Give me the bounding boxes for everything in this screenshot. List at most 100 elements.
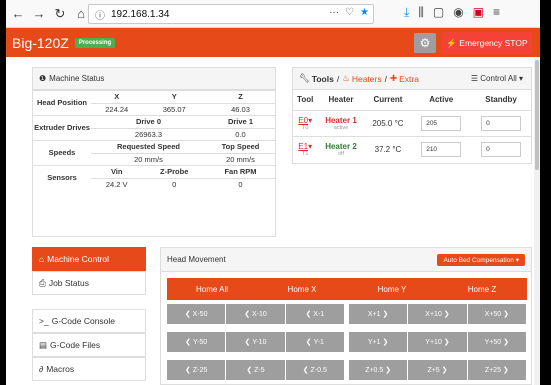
caret-down-icon: ▾ — [515, 257, 519, 264]
requested-speed: 20 mm/s — [91, 152, 206, 166]
vin-value: 24.2 V — [91, 177, 143, 191]
jog-x-row: ❮ X-50 ❮ X-10 ❮ X-1 X+1 ❯ X+10 ❯ X+50 ❯ — [167, 304, 527, 324]
jog-z-minus-0-5[interactable]: ❮ Z-0.5 — [285, 360, 345, 380]
jog-x-plus-10[interactable]: X+10 ❯ — [408, 304, 468, 324]
jog-y-row: ❮ Y-50 ❮ Y-10 ❮ Y-1 Y+1 ❯ Y+10 ❯ Y+50 ❯ — [167, 332, 527, 352]
link-icon: ∂ — [39, 364, 44, 374]
jog-z-plus-25[interactable]: Z+25 ❯ — [467, 360, 527, 380]
tab-extra[interactable]: Extra — [399, 74, 419, 84]
home-y-button[interactable]: Home Y — [347, 278, 437, 300]
y-position: 365.07 — [142, 102, 206, 116]
wrench-icon: 🔧︎ — [299, 73, 310, 83]
nav-job-status[interactable]: ⎙ Job Status — [32, 271, 146, 295]
browser-window: ← → ↻ ⌂ ⓘ 192.168.1.34 ··· ♡ ★ ⤓ ⫼ ▢ ◉ ▣… — [6, 0, 540, 385]
heater-2-active-input[interactable]: 210 — [421, 141, 462, 157]
jog-x-minus-50[interactable]: ❮ X-50 — [167, 304, 227, 324]
reload-icon[interactable]: ↻ — [51, 5, 69, 23]
heater-1-active-input[interactable]: 205 — [421, 115, 462, 131]
machine-status-table: Head Position X Y Z 224.24 365.07 46.03 … — [33, 90, 275, 191]
jog-z-minus-5[interactable]: ❮ Z-5 — [226, 360, 286, 380]
list-icon: ☰ — [470, 74, 479, 83]
auto-bed-compensation-dropdown[interactable]: Auto Bed Compensation ▾ — [437, 254, 525, 266]
head-position-label: Head Position — [33, 90, 91, 116]
table-row: E0▾ T0 Heater 1 active 205.0 °C 205 0 — [293, 109, 531, 136]
heater-1-label[interactable]: Heater 1 — [325, 116, 357, 125]
more-icon[interactable]: ··· — [329, 7, 339, 18]
library-icon[interactable]: ⫼ — [418, 5, 424, 20]
jog-z-plus-5[interactable]: Z+5 ❯ — [408, 360, 468, 380]
jog-y-minus-1[interactable]: ❮ Y-1 — [285, 332, 345, 352]
top-speed: 20 mm/s — [205, 152, 275, 166]
settings-button[interactable]: ⚙ — [414, 33, 436, 53]
info-circle-icon: ❶ — [39, 74, 47, 83]
emergency-stop-button[interactable]: ⚡ Emergency STOP — [442, 32, 532, 54]
speeds-label: Speeds — [33, 140, 91, 166]
url-text: 192.168.1.34 — [111, 8, 170, 20]
jog-x-minus-1[interactable]: ❮ X-1 — [285, 304, 345, 324]
jog-y-plus-1[interactable]: Y+1 ❯ — [348, 332, 409, 352]
heater-2-current: 37.2 °C — [364, 135, 412, 162]
head-movement-panel: Head Movement Auto Bed Compensation ▾ Ho… — [160, 247, 532, 385]
fan-rpm-value: 0 — [205, 177, 275, 191]
zprobe-value: 0 — [142, 177, 206, 191]
heater-2-standby-input[interactable]: 0 — [481, 141, 522, 157]
fire-icon: ♨ — [342, 73, 350, 83]
file-icon: ▤ — [39, 339, 48, 350]
machine-name: Big-120Z — [12, 34, 69, 51]
bookmark-star-icon[interactable]: ★ — [360, 7, 369, 18]
back-icon[interactable]: ← — [9, 5, 27, 23]
home-z-button[interactable]: Home Z — [437, 278, 527, 300]
home-icon: ⌂ — [39, 254, 45, 264]
gear-icon: ⚙ — [419, 36, 431, 50]
terminal-icon: >_ — [39, 316, 49, 326]
download-icon[interactable]: ⤓ — [404, 5, 409, 20]
jog-y-minus-10[interactable]: ❮ Y-10 — [226, 332, 286, 352]
tools-panel: 🔧︎ Tools / ♨ Heaters / ✚ Extra ☰ Control… — [292, 67, 532, 164]
jog-z-minus-25[interactable]: ❮ Z-25 — [167, 360, 227, 380]
jog-z-plus-0-5[interactable]: Z+0.5 ❯ — [348, 360, 409, 380]
nav-gcode-console[interactable]: >_ G-Code Console — [32, 309, 146, 333]
tab-tools[interactable]: Tools — [312, 74, 334, 84]
home-all-button[interactable]: Home All — [167, 278, 257, 300]
tools-heading: 🔧︎ Tools / ♨ Heaters / ✚ Extra ☰ Control… — [293, 68, 531, 90]
sidebar-icon[interactable]: ▢ — [433, 5, 444, 20]
jog-y-plus-50[interactable]: Y+50 ❯ — [467, 332, 527, 352]
drive0-value: 26963.3 — [91, 127, 206, 141]
drive1-value: 0.0 — [205, 127, 275, 141]
app-header: Big-120Z Processing ⚙ ⚡ Emergency STOP — [6, 28, 540, 57]
sidebar-nav: ⌂ Machine Control ⎙ Job Status >_ G-Code… — [32, 247, 146, 381]
page-scrollbar[interactable] — [534, 58, 540, 385]
tool-e0-dropdown[interactable]: E0 — [298, 116, 308, 125]
tools-table: Tool Heater Current Active Standby E0▾ T0… — [293, 90, 531, 162]
caret-down-icon: ▾ — [518, 74, 523, 83]
account-icon[interactable]: ◉ — [453, 5, 463, 20]
extension-icon[interactable]: ▣ — [473, 5, 484, 20]
address-bar[interactable]: ⓘ 192.168.1.34 ··· ♡ ★ — [88, 4, 374, 24]
home-x-button[interactable]: Home X — [257, 278, 347, 300]
print-icon: ⎙ — [39, 277, 46, 288]
menu-icon[interactable]: ≡ — [493, 5, 500, 20]
jog-x-minus-10[interactable]: ❮ X-10 — [226, 304, 286, 324]
head-movement-heading: Head Movement Auto Bed Compensation ▾ — [161, 248, 531, 272]
heater-1-standby-input[interactable]: 0 — [481, 115, 522, 131]
tab-heaters[interactable]: Heaters — [352, 74, 382, 84]
forward-icon[interactable]: → — [30, 5, 48, 23]
control-all-dropdown[interactable]: ☰ Control All ▾ — [471, 74, 523, 83]
heater-1-current: 205.0 °C — [364, 109, 412, 136]
jog-x-plus-1[interactable]: X+1 ❯ — [348, 304, 409, 324]
x-position: 224.24 — [91, 102, 143, 116]
table-row: E1▾ T1 Heater 2 off 37.2 °C 210 0 — [293, 135, 531, 162]
status-badge: Processing — [74, 37, 116, 48]
nav-macros[interactable]: ∂ Macros — [32, 357, 146, 381]
nav-gcode-files[interactable]: ▤ G-Code Files — [32, 333, 146, 357]
pocket-icon[interactable]: ♡ — [345, 7, 354, 18]
jog-x-plus-50[interactable]: X+50 ❯ — [467, 304, 527, 324]
home-buttons: Home All Home X Home Y Home Z — [167, 278, 527, 300]
tool-e1-dropdown[interactable]: E1 — [298, 142, 308, 151]
machine-status-heading: ❶ Machine Status — [33, 68, 275, 90]
jog-y-plus-10[interactable]: Y+10 ❯ — [408, 332, 468, 352]
jog-y-minus-50[interactable]: ❮ Y-50 — [167, 332, 227, 352]
plus-icon: ✚ — [389, 73, 398, 83]
nav-machine-control[interactable]: ⌂ Machine Control — [32, 247, 146, 271]
heater-2-label[interactable]: Heater 2 — [325, 142, 357, 151]
